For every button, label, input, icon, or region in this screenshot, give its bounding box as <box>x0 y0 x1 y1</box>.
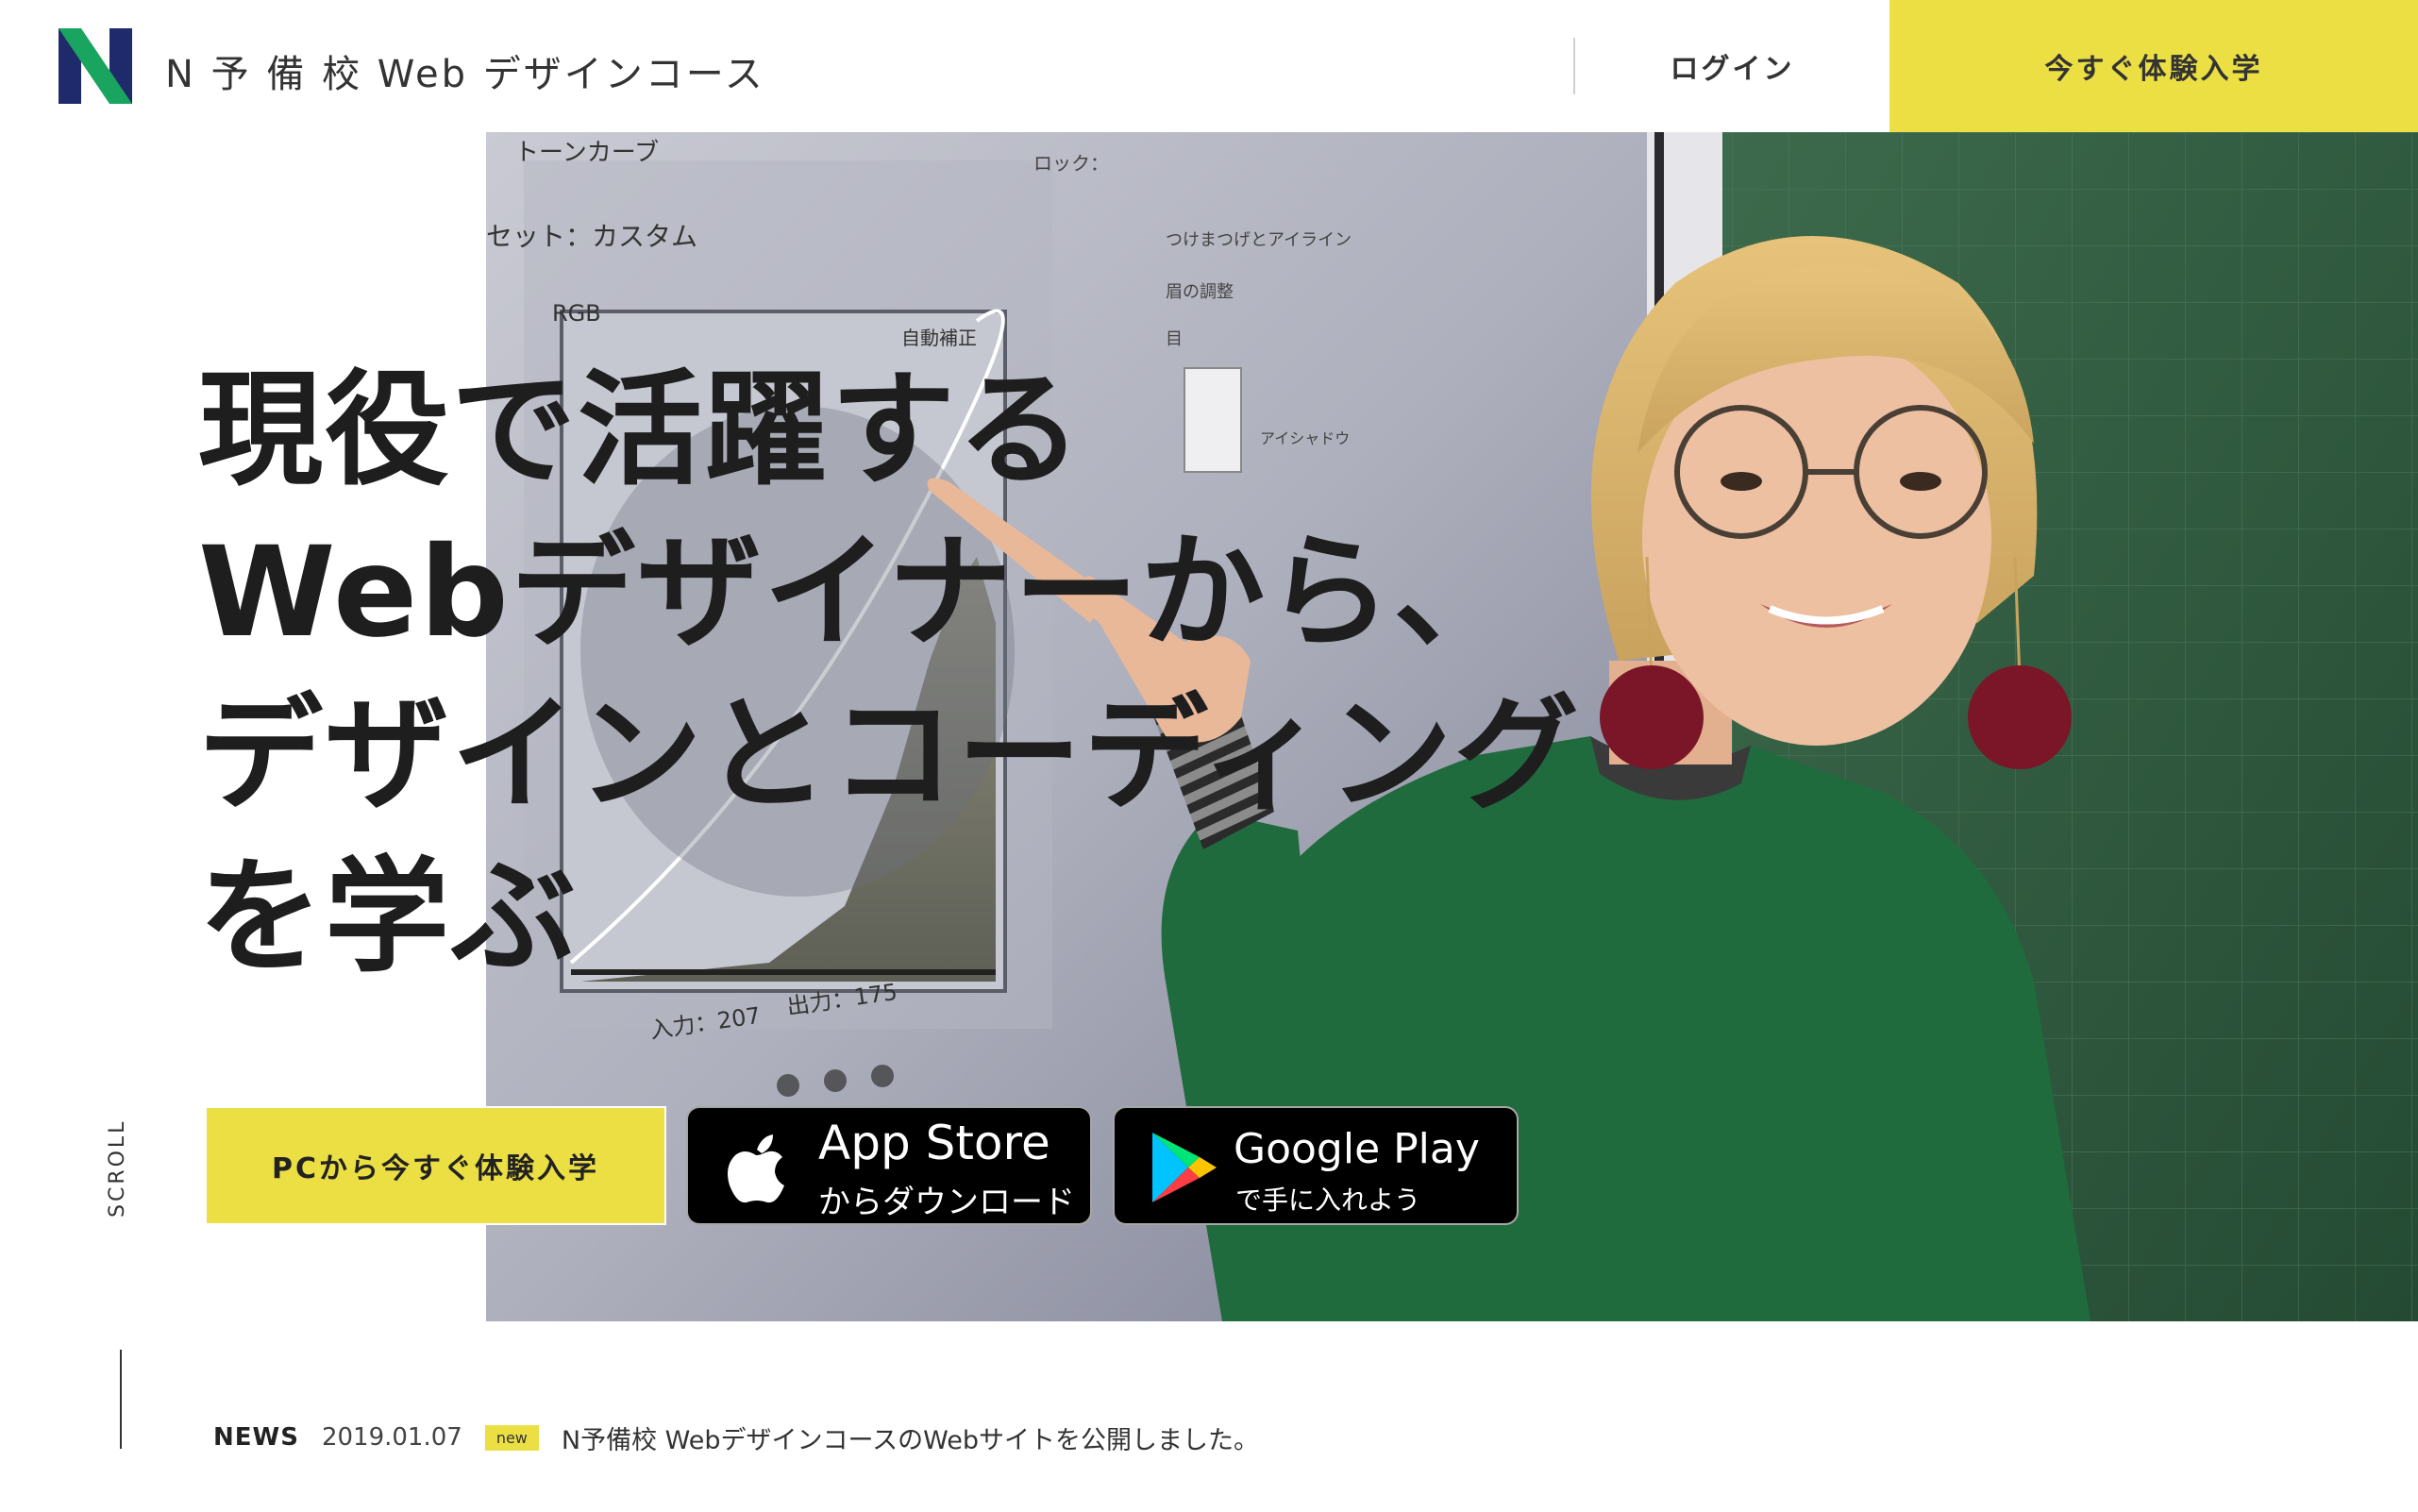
news-heading: NEWS <box>213 1423 299 1452</box>
news-row: NEWS 2019.01.07 new N予備校 WebデザインコースのWebサ… <box>213 1414 1259 1461</box>
hero-line-1: 現役で活躍する <box>198 358 1083 503</box>
screen-lock-label: ロック： <box>1033 152 1109 175</box>
google-play-main-text: Google Play <box>1234 1125 1480 1173</box>
apple-icon <box>718 1129 796 1206</box>
screen-layer-2: 眉の調整 <box>1166 282 1234 302</box>
screen-layer-1: つけまつげとアイライン <box>1166 230 1352 250</box>
hero-line-3: デザインとコーディング <box>198 682 1581 828</box>
screen-preset-label: セット：カスタム <box>486 221 697 252</box>
hero-line-4: を学ぶ <box>198 845 578 990</box>
app-store-main-text: App Store <box>818 1116 1050 1170</box>
site-logo-text[interactable]: N 予 備 校 Web デザインコース <box>165 43 765 98</box>
google-play-badge[interactable]: Google Play で手に入れよう <box>1113 1106 1519 1225</box>
hero-headline: 現役で活躍する Webデザイナーから、 デザインとコーディング を学ぶ <box>198 349 1614 999</box>
hero-line-2: Webデザイナーから、 <box>198 520 1520 665</box>
news-date: 2019.01.07 <box>321 1423 462 1452</box>
screen-auto-label: 自動補正 <box>901 327 977 349</box>
google-play-icon <box>1145 1129 1222 1206</box>
scroll-indicator-line <box>120 1350 122 1449</box>
scroll-indicator-label[interactable]: SCROLL <box>106 1119 129 1218</box>
login-link[interactable]: ログイン <box>1575 0 1889 132</box>
app-store-badge[interactable]: App Store からダウンロード <box>686 1106 1092 1225</box>
google-play-sub-text: で手に入れよう <box>1235 1184 1421 1216</box>
news-link[interactable]: N予備校 WebデザインコースのWebサイトを公開しました。 <box>562 1420 1259 1456</box>
news-new-badge: new <box>484 1424 539 1451</box>
site-header: N 予 備 校 Web デザインコース ログイン 今すぐ体験入学 <box>0 0 2418 132</box>
screen-layer-3: 目 <box>1166 329 1183 349</box>
pc-trial-button[interactable]: PCから今すぐ体験入学 <box>205 1106 666 1225</box>
screen-panel-title: トーンカーブ <box>514 139 659 167</box>
trial-button-header[interactable]: 今すぐ体験入学 <box>1889 0 2418 132</box>
app-store-sub-text: からダウンロード <box>818 1184 1075 1221</box>
n-logo-icon[interactable] <box>59 28 132 104</box>
screen-channel-label: RGB <box>552 300 601 327</box>
